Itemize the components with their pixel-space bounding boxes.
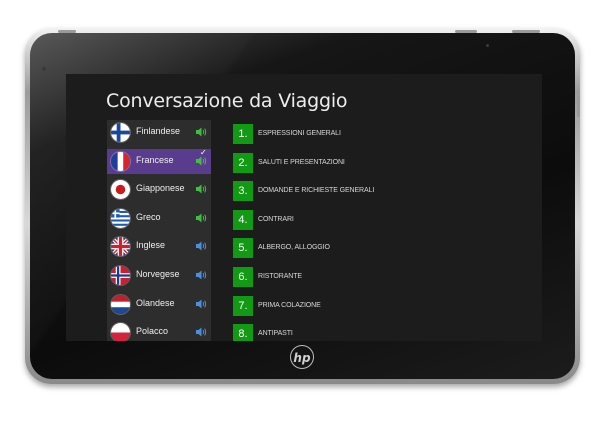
hp-logo: hp (290, 345, 314, 369)
topic-label: CONTRARI (258, 215, 294, 223)
topic-label: ALBERGO, ALLOGGIO (258, 244, 330, 252)
language-item[interactable]: Giapponese (107, 177, 211, 202)
topic-number-tile: 3. (233, 181, 253, 202)
camera-icon (486, 44, 489, 47)
topic-label: PRIMA COLAZIONE (258, 301, 321, 309)
poland-flag-icon (111, 323, 130, 341)
topic-item[interactable]: 2. SALUTI E PRESENTAZIONI (233, 152, 533, 173)
topic-number-tile: 4. (233, 209, 253, 230)
topic-label: SALUTI E PRESENTAZIONI (258, 158, 345, 166)
speaker-icon[interactable] (194, 297, 208, 311)
language-item[interactable]: Polacco (107, 320, 211, 341)
france-flag-icon (111, 151, 130, 171)
language-item[interactable]: Norvegese (107, 263, 211, 288)
topic-number-tile: 6. (233, 267, 253, 287)
language-list[interactable]: Finlandese Francese ✓ Giapponese Greco Ingles… (107, 120, 211, 341)
top-button-left[interactable] (58, 30, 76, 33)
topic-label: DOMANDE E RICHIESTE GENERALI (258, 187, 375, 195)
page-title: Conversazione da Viaggio (106, 90, 348, 112)
app-screen: Conversazione da Viaggio Finlandese Franc… (66, 74, 542, 341)
topic-item[interactable]: 6. RISTORANTE (233, 267, 533, 287)
topic-item[interactable]: 8. ANTIPASTI (233, 324, 533, 341)
side-button[interactable] (577, 95, 580, 117)
language-label: Greco (136, 211, 161, 222)
topic-label: RISTORANTE (258, 273, 302, 280)
sensor-dot (42, 67, 46, 71)
topic-item[interactable]: 5. ALBERGO, ALLOGGIO (233, 238, 533, 259)
norway-flag-icon (111, 266, 130, 285)
topic-label: ESPRESSIONI GENERALI (258, 130, 341, 137)
language-label: Polacco (136, 326, 169, 337)
speaker-icon[interactable] (194, 125, 208, 139)
topic-item[interactable]: 7. PRIMA COLAZIONE (233, 295, 533, 316)
topic-item[interactable]: 3. DOMANDE E RICHIESTE GENERALI (233, 181, 533, 202)
speaker-icon[interactable] (194, 154, 208, 168)
speaker-icon[interactable] (194, 268, 208, 282)
language-label: Norvegese (136, 269, 180, 279)
language-item[interactable]: Greco (107, 206, 211, 231)
top-button-right-b[interactable] (512, 30, 540, 33)
topic-number-tile: 1. (233, 124, 253, 144)
language-item[interactable]: Inglese (107, 234, 211, 259)
language-label: Finlandese (136, 126, 181, 136)
uk-flag-icon (111, 237, 130, 257)
topic-number-tile: 8. (233, 324, 253, 341)
topic-label: ANTIPASTI (258, 330, 293, 338)
japan-flag-icon (111, 180, 130, 200)
language-label: Inglese (136, 240, 166, 251)
speaker-icon[interactable] (194, 325, 208, 339)
finland-flag-icon (111, 123, 130, 142)
language-item[interactable]: Francese ✓ (107, 148, 211, 174)
speaker-icon[interactable] (194, 182, 208, 196)
speaker-icon[interactable] (194, 211, 208, 225)
greece-flag-icon (111, 208, 130, 228)
topic-number-tile: 7. (233, 295, 253, 316)
netherlands-flag-icon (111, 294, 130, 314)
topic-number-tile: 5. (233, 238, 253, 259)
topic-item[interactable]: 4. CONTRARI (233, 209, 533, 230)
language-item[interactable]: Olandese (107, 292, 211, 317)
language-label: Francese (136, 154, 174, 165)
topic-number-tile: 2. (233, 152, 253, 173)
language-label: Olandese (136, 297, 175, 308)
speaker-icon[interactable] (194, 239, 208, 253)
language-label: Giapponese (136, 183, 185, 194)
topic-item[interactable]: 1. ESPRESSIONI GENERALI (233, 124, 533, 144)
language-item[interactable]: Finlandese (107, 120, 211, 145)
top-button-right-a[interactable] (455, 30, 477, 33)
